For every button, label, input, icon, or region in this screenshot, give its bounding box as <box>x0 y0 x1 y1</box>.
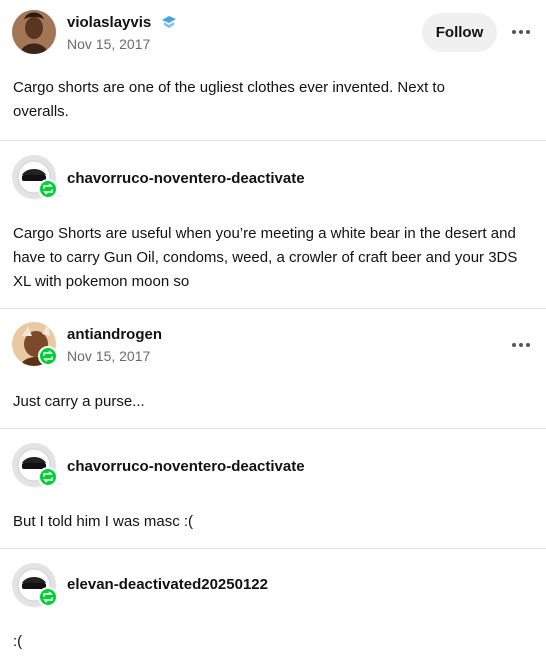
reblog-icon <box>38 587 58 607</box>
more-options-icon[interactable] <box>508 335 534 355</box>
reblog-icon <box>38 179 58 199</box>
post-date: Nov 15, 2017 <box>67 348 151 364</box>
post-3: antiandrogen Nov 15, 2017 Just carry a p… <box>0 309 546 428</box>
avatar-violaslayvis[interactable] <box>12 10 56 54</box>
post-5: elevan-deactivated20250122 :( <box>0 549 546 671</box>
post-body: Cargo Shorts are useful when you’re meet… <box>13 225 518 290</box>
post-4: chavorruco-noventero-deactivate But I to… <box>0 429 546 548</box>
reblog-icon <box>38 467 58 487</box>
reblog-icon <box>38 346 58 366</box>
post-body: Cargo shorts are one of the ugliest clot… <box>13 79 445 120</box>
username[interactable]: chavorruco-noventero-deactivate <box>67 458 305 475</box>
follow-button[interactable]: Follow <box>422 13 497 52</box>
more-options-icon[interactable] <box>508 22 534 42</box>
username[interactable]: antiandrogen <box>67 326 162 343</box>
username[interactable]: violaslayvis <box>67 14 151 31</box>
post-body: Just carry a purse... <box>13 393 145 410</box>
username[interactable]: elevan-deactivated20250122 <box>67 576 268 593</box>
post-1: violaslayvis Nov 15, 2017 Follow Cargo s… <box>0 0 546 140</box>
post-date: Nov 15, 2017 <box>67 36 151 52</box>
username[interactable]: chavorruco-noventero-deactivate <box>67 170 305 187</box>
post-body: :( <box>13 633 23 650</box>
post-body: But I told him I was masc :( <box>13 513 194 530</box>
post-2: chavorruco-noventero-deactivate Cargo Sh… <box>0 141 546 308</box>
verified-badge-icon <box>161 15 177 34</box>
